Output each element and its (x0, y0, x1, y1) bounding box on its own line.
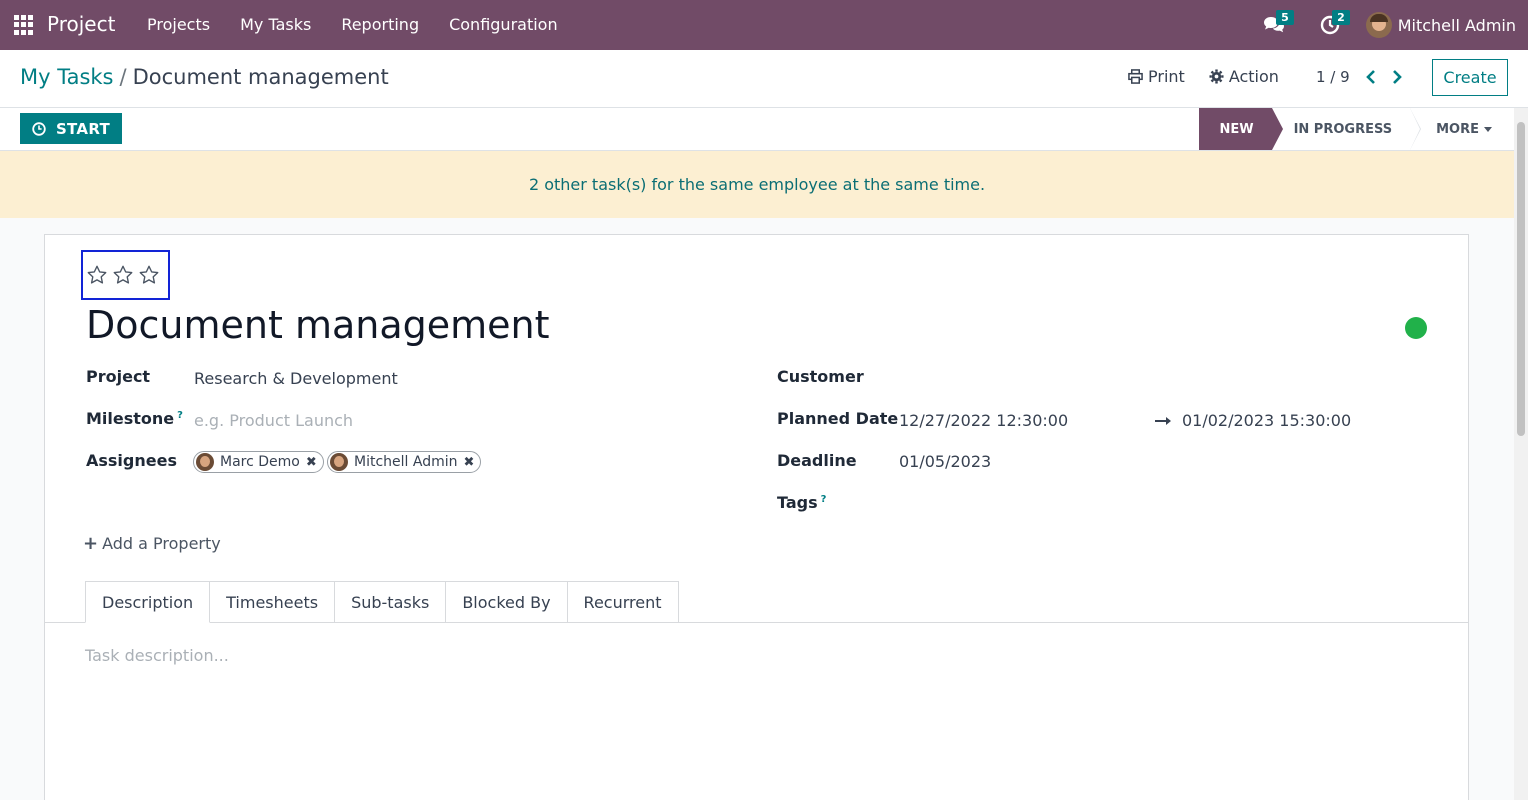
milestone-help-icon[interactable]: ? (177, 410, 183, 421)
milestone-label: Milestone? (86, 409, 183, 428)
scrollbar-thumb[interactable] (1517, 122, 1525, 436)
apps-menu-icon[interactable] (14, 15, 34, 35)
plus-icon: + (83, 533, 99, 554)
user-name: Mitchell Admin (1397, 15, 1516, 35)
breadcrumb-current: Document management (132, 65, 389, 89)
assignee-name: Mitchell Admin (354, 454, 458, 470)
stage-selector: NEW IN PROGRESS MORE (1199, 108, 1514, 150)
overlap-warning-alert: 2 other task(s) for the same employee at… (0, 151, 1514, 218)
printer-icon (1128, 69, 1143, 84)
tags-label: Tags? (777, 493, 826, 512)
deadline-label: Deadline (777, 451, 857, 470)
star-icon[interactable] (138, 264, 160, 286)
assignee-tag[interactable]: Marc Demo ✖ (193, 451, 324, 473)
stage-in-progress-label: IN PROGRESS (1293, 121, 1393, 137)
milestone-field[interactable]: e.g. Product Launch (194, 411, 353, 430)
planned-date-label: Planned Date (777, 409, 899, 428)
chevron-left-icon (1366, 70, 1375, 84)
messages-menu[interactable]: 5 (1252, 0, 1296, 50)
assignee-avatar (196, 453, 214, 471)
stage-new[interactable]: NEW (1199, 108, 1283, 150)
priority-widget (81, 250, 170, 300)
add-property-label: Add a Property (102, 534, 221, 553)
tab-description[interactable]: Description (85, 581, 211, 623)
caret-down-icon (1484, 126, 1492, 132)
description-editor[interactable]: Task description... (85, 646, 229, 665)
tab-recurrent[interactable]: Recurrent (567, 581, 679, 623)
user-avatar (1365, 12, 1392, 38)
planned-start-field[interactable]: 12/27/2022 12:30:00 (899, 411, 1068, 430)
breadcrumb-separator: / (119, 65, 127, 89)
main-menu: Projects My Tasks Reporting Configuratio… (132, 0, 573, 50)
breadcrumb-parent[interactable]: My Tasks (20, 65, 114, 89)
notebook-tabs: Description Timesheets Sub-tasks Blocked… (85, 581, 679, 623)
customer-label: Customer (777, 367, 864, 386)
start-label: START (55, 119, 111, 138)
project-label: Project (86, 367, 151, 386)
star-icon[interactable] (86, 264, 108, 286)
messages-count-badge: 5 (1276, 10, 1294, 25)
kanban-state-indicator[interactable] (1405, 317, 1427, 339)
action-button[interactable]: Action (1209, 67, 1279, 86)
menu-item-reporting[interactable]: Reporting (326, 0, 434, 50)
pager-value[interactable]: 1 / 9 (1316, 68, 1350, 86)
milestone-label-text: Milestone (86, 409, 175, 428)
chevron-right-icon (1393, 70, 1402, 84)
print-button[interactable]: Print (1128, 67, 1185, 86)
top-navbar: Project Projects My Tasks Reporting Conf… (0, 0, 1528, 50)
stage-more-label: MORE (1436, 121, 1479, 137)
assignees-label: Assignees (86, 451, 177, 470)
tags-help-icon[interactable]: ? (821, 494, 827, 505)
stage-new-label: NEW (1219, 121, 1254, 137)
form-sheet: Document management Project Research & D… (44, 234, 1469, 800)
activities-count-badge: 2 (1332, 10, 1350, 25)
start-timer-button[interactable]: START (20, 113, 122, 144)
breadcrumb: My Tasks / Document management (20, 65, 389, 89)
assignee-tag[interactable]: Mitchell Admin ✖ (327, 451, 482, 473)
user-menu[interactable]: Mitchell Admin (1365, 12, 1528, 38)
print-label: Print (1148, 67, 1185, 86)
task-title[interactable]: Document management (86, 303, 550, 347)
add-property-button[interactable]: + Add a Property (83, 533, 221, 554)
app-brand[interactable]: Project (47, 12, 115, 36)
pager-next-button[interactable] (1390, 68, 1404, 86)
assignee-avatar (330, 453, 348, 471)
assignee-name: Marc Demo (220, 454, 300, 470)
gear-icon (1209, 69, 1224, 84)
menu-item-projects[interactable]: Projects (132, 0, 225, 50)
systray: 5 2 Mitchell Admin (1252, 0, 1528, 50)
remove-tag-icon[interactable]: ✖ (464, 455, 475, 470)
form-statusbar: START NEW IN PROGRESS MORE (0, 108, 1514, 151)
action-label: Action (1228, 67, 1279, 86)
create-button[interactable]: Create (1432, 59, 1508, 96)
action-menus: Print Action (1128, 67, 1303, 86)
pager-previous-button[interactable] (1364, 68, 1378, 86)
deadline-field[interactable]: 01/05/2023 (899, 452, 991, 471)
tab-blocked-by[interactable]: Blocked By (446, 581, 568, 623)
tags-label-text: Tags (777, 493, 818, 512)
project-field[interactable]: Research & Development (194, 369, 398, 388)
arrow-right-icon (1155, 417, 1171, 425)
alert-text: 2 other task(s) for the same employee at… (528, 175, 986, 194)
stage-more-dropdown[interactable]: MORE (1410, 108, 1514, 150)
timer-icon (32, 121, 46, 136)
menu-item-my-tasks[interactable]: My Tasks (225, 0, 326, 50)
star-icon[interactable] (112, 264, 134, 286)
stage-in-progress[interactable]: IN PROGRESS (1271, 108, 1421, 150)
activities-menu[interactable]: 2 (1308, 0, 1352, 50)
menu-item-configuration[interactable]: Configuration (434, 0, 573, 50)
remove-tag-icon[interactable]: ✖ (306, 455, 317, 470)
planned-end-field[interactable]: 01/02/2023 15:30:00 (1182, 411, 1351, 430)
tab-sub-tasks[interactable]: Sub-tasks (335, 581, 447, 623)
vertical-scrollbar[interactable] (1514, 108, 1528, 800)
control-panel: My Tasks / Document management Print Act… (0, 50, 1528, 108)
tab-timesheets[interactable]: Timesheets (210, 581, 336, 623)
